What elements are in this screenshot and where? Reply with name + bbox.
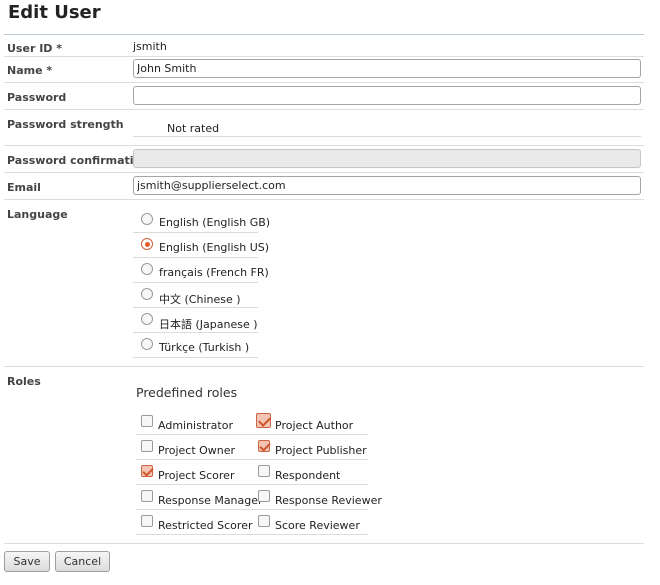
row-divider — [4, 109, 644, 110]
roles-label: Roles — [7, 375, 41, 388]
password-confirmation-label: Password confirmation — [7, 154, 149, 167]
password-input[interactable] — [133, 86, 641, 105]
role-option-label: Administrator — [158, 419, 233, 432]
radio-icon[interactable] — [141, 263, 153, 275]
email-label: Email — [7, 181, 41, 194]
language-option[interactable]: Türkçe (Turkish ) — [133, 333, 258, 358]
checkbox-icon[interactable] — [141, 415, 153, 427]
role-option[interactable]: Respondent — [253, 460, 368, 485]
language-option[interactable]: français (French FR) — [133, 258, 269, 283]
password-label: Password — [7, 91, 67, 104]
radio-icon[interactable] — [141, 288, 153, 300]
name-label: Name * — [7, 64, 53, 77]
checkbox-icon[interactable] — [258, 515, 270, 527]
row-divider — [4, 56, 644, 57]
title-divider — [4, 34, 644, 35]
row-divider — [4, 543, 644, 544]
role-option[interactable]: Response Manager — [136, 485, 263, 510]
language-option-label: Türkçe (Turkish ) — [159, 341, 250, 354]
language-option[interactable]: 日本語 (Japanese ) — [133, 308, 258, 333]
language-option-label: 中文 (Chinese ) — [159, 293, 241, 306]
role-option[interactable]: Project Publisher — [253, 435, 368, 460]
cancel-button[interactable]: Cancel — [55, 551, 110, 572]
language-option[interactable]: English (English US) — [133, 233, 269, 258]
language-option-label: français (French FR) — [159, 266, 269, 279]
language-option[interactable]: 中文 (Chinese ) — [133, 283, 258, 308]
password-strength-value: Not rated — [167, 122, 220, 135]
role-option-label: Project Owner — [158, 444, 236, 457]
language-option-label: 日本語 (Japanese ) — [159, 318, 258, 331]
radio-icon[interactable] — [141, 213, 153, 225]
checkbox-checked-icon[interactable] — [258, 440, 270, 452]
radio-icon[interactable] — [141, 313, 153, 325]
radio-icon[interactable] — [141, 338, 153, 350]
role-option-label: Project Scorer — [158, 469, 235, 482]
role-option-label: Score Reviewer — [275, 519, 360, 532]
checkbox-icon[interactable] — [141, 515, 153, 527]
row-divider — [4, 172, 644, 173]
password-strength-label: Password strength — [7, 118, 124, 131]
role-option-label: Restricted Scorer — [158, 519, 253, 532]
role-option-label: Project Publisher — [275, 444, 367, 457]
role-option[interactable]: Project Author — [253, 410, 368, 435]
page-title: Edit User — [8, 2, 101, 23]
checkbox-icon[interactable] — [258, 465, 270, 477]
checkbox-icon[interactable] — [258, 490, 270, 502]
language-label: Language — [7, 208, 68, 221]
role-option[interactable]: Project Scorer — [136, 460, 253, 485]
role-option-label: Project Author — [275, 419, 354, 432]
role-option-label: Response Reviewer — [275, 494, 382, 507]
radio-selected-icon[interactable] — [141, 238, 153, 250]
password-confirmation-input — [133, 149, 641, 168]
row-divider — [133, 136, 641, 137]
checkbox-checked-icon[interactable] — [141, 465, 153, 477]
checkbox-checked-icon[interactable] — [256, 413, 271, 428]
language-option[interactable]: English (English GB) — [133, 208, 270, 233]
role-option[interactable]: Administrator — [136, 410, 253, 435]
checkbox-icon[interactable] — [141, 440, 153, 452]
role-option-label: Respondent — [275, 469, 341, 482]
row-divider — [4, 199, 644, 200]
row-divider — [4, 145, 644, 146]
user-id-label: User ID * — [7, 42, 62, 55]
role-option-label: Response Manager — [158, 494, 263, 507]
role-option[interactable]: Response Reviewer — [253, 485, 382, 510]
email-input[interactable] — [133, 176, 641, 195]
name-input[interactable] — [133, 59, 641, 78]
role-option[interactable]: Project Owner — [136, 435, 253, 460]
checkbox-icon[interactable] — [141, 490, 153, 502]
role-option[interactable]: Score Reviewer — [253, 510, 368, 535]
language-option-label: English (English GB) — [159, 216, 271, 229]
save-button[interactable]: Save — [4, 551, 50, 572]
row-divider — [4, 82, 644, 83]
language-option-label: English (English US) — [159, 241, 270, 254]
predefined-roles-heading: Predefined roles — [136, 385, 238, 400]
role-option[interactable]: Restricted Scorer — [136, 510, 253, 535]
user-id-value: jsmith — [133, 40, 167, 53]
row-divider — [4, 366, 644, 367]
